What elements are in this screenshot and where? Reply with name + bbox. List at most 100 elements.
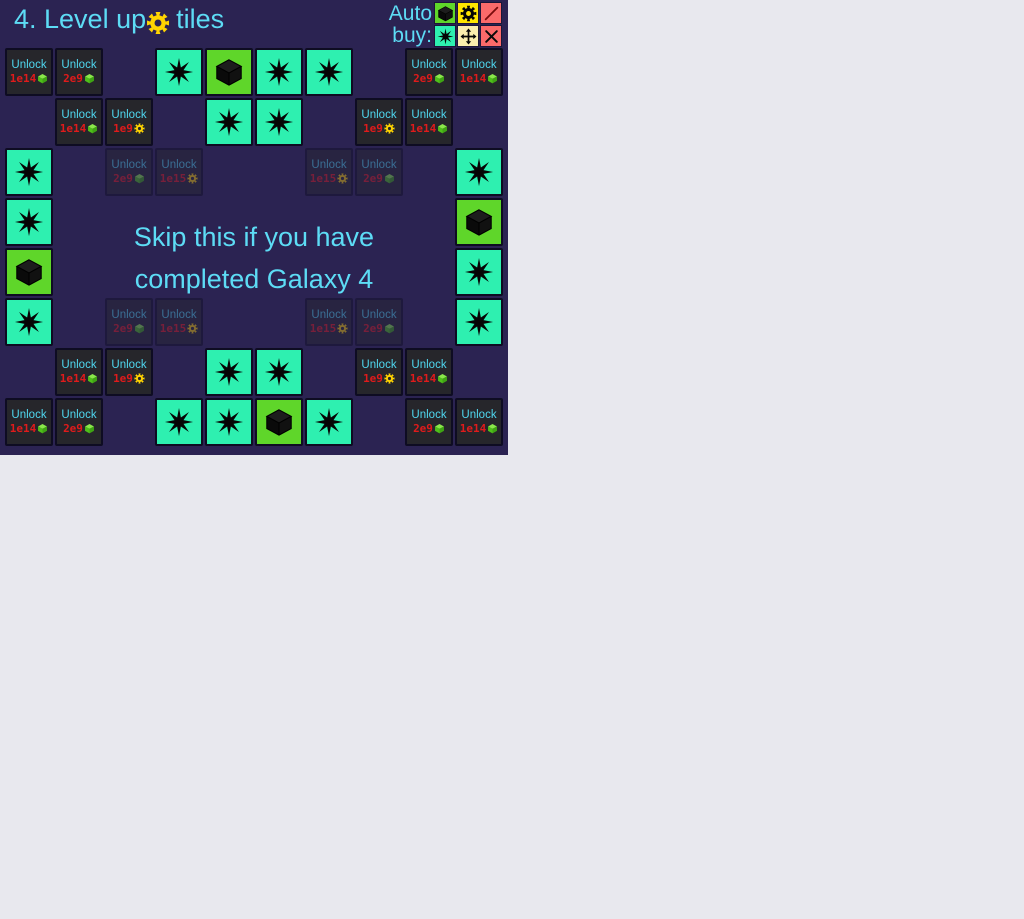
locked-tile[interactable]: Unlock1e15 xyxy=(305,298,353,346)
locked-tile[interactable]: Unlock2e9 xyxy=(55,48,103,96)
tile-unlock-label: Unlock xyxy=(111,109,147,121)
owned-tile-cube[interactable] xyxy=(5,248,53,296)
locked-tile[interactable]: Unlock2e9 xyxy=(355,148,403,196)
tile-cost-value: 1e9 xyxy=(363,122,383,135)
owned-tile-star[interactable] xyxy=(155,48,203,96)
tile-cost: 2e9 xyxy=(363,322,395,335)
owned-tile-star[interactable] xyxy=(305,48,353,96)
locked-tile[interactable]: Unlock2e9 xyxy=(355,298,403,346)
owned-tile-star[interactable] xyxy=(455,148,503,196)
locked-tile[interactable]: Unlock2e9 xyxy=(105,298,153,346)
owned-tile-star[interactable] xyxy=(5,148,53,196)
tile-unlock-label: Unlock xyxy=(311,159,347,171)
tile-cost-value: 1e9 xyxy=(363,372,383,385)
owned-tile-star[interactable] xyxy=(305,398,353,446)
tile-cost: 1e14 xyxy=(410,372,449,385)
owned-tile-cube[interactable] xyxy=(205,48,253,96)
auto-buy-column xyxy=(480,2,502,47)
auto-buy-label-line1: Auto xyxy=(388,2,432,25)
auto-buy-toggle-star[interactable] xyxy=(434,25,456,47)
locked-tile[interactable]: Unlock1e9 xyxy=(105,348,153,396)
owned-tile-star[interactable] xyxy=(255,98,303,146)
tile-cost-value: 1e14 xyxy=(459,422,487,435)
slash-icon xyxy=(483,5,500,22)
owned-tile-star[interactable] xyxy=(205,98,253,146)
locked-tile[interactable]: Unlock1e14 xyxy=(405,348,453,396)
locked-tile[interactable]: Unlock1e9 xyxy=(105,98,153,146)
owned-tile-cube[interactable] xyxy=(255,398,303,446)
tile-cost-value: 1e14 xyxy=(59,372,87,385)
tile-cost-value: 1e14 xyxy=(9,72,37,85)
owned-tile-star[interactable] xyxy=(255,348,303,396)
locked-tile[interactable]: Unlock2e9 xyxy=(105,148,153,196)
tile-unlock-label: Unlock xyxy=(11,409,47,421)
tile-cost: 1e15 xyxy=(160,322,199,335)
tile-cost-value: 2e9 xyxy=(63,72,83,85)
gear-icon xyxy=(384,123,395,134)
auto-buy-column xyxy=(434,2,456,47)
locked-tile[interactable]: Unlock1e14 xyxy=(405,98,453,146)
auto-buy-toggle-cube[interactable] xyxy=(434,2,456,24)
star-icon xyxy=(464,257,494,287)
owned-tile-star[interactable] xyxy=(255,48,303,96)
tile-cost: 2e9 xyxy=(113,172,145,185)
locked-tile[interactable]: Unlock2e9 xyxy=(405,48,453,96)
locked-tile[interactable]: Unlock2e9 xyxy=(405,398,453,446)
owned-tile-star[interactable] xyxy=(5,198,53,246)
tile-cost-value: 1e14 xyxy=(459,72,487,85)
locked-tile[interactable]: Unlock1e15 xyxy=(155,298,203,346)
gear-icon xyxy=(134,123,145,134)
star-icon xyxy=(264,107,294,137)
locked-tile[interactable]: Unlock1e14 xyxy=(455,48,503,96)
locked-tile[interactable]: Unlock1e15 xyxy=(305,148,353,196)
owned-tile-star[interactable] xyxy=(155,398,203,446)
owned-tile-star[interactable] xyxy=(205,398,253,446)
star-icon xyxy=(14,307,44,337)
tile-unlock-label: Unlock xyxy=(61,59,97,71)
auto-buy-toggle-move[interactable] xyxy=(457,25,479,47)
cube-icon xyxy=(214,57,244,87)
gear-icon xyxy=(187,173,198,184)
tile-cost: 1e15 xyxy=(310,322,349,335)
tile-cost-value: 1e15 xyxy=(309,322,337,335)
tile-cost-value: 2e9 xyxy=(113,172,133,185)
owned-tile-star[interactable] xyxy=(455,298,503,346)
tile-cost: 1e9 xyxy=(363,122,395,135)
tile-unlock-label: Unlock xyxy=(61,109,97,121)
cube-icon xyxy=(134,173,145,184)
tile-cost: 1e14 xyxy=(460,422,499,435)
tile-cost: 2e9 xyxy=(413,72,445,85)
auto-buy-column xyxy=(457,2,479,47)
owned-tile-star[interactable] xyxy=(205,348,253,396)
owned-tile-cube[interactable] xyxy=(455,198,503,246)
tile-cost-value: 1e9 xyxy=(113,122,133,135)
tile-cost-value: 1e15 xyxy=(159,172,187,185)
panel-title-prefix: 4. Level up xyxy=(14,4,147,34)
auto-buy-toggle-gear[interactable] xyxy=(457,2,479,24)
tile-cost: 1e14 xyxy=(410,122,449,135)
locked-tile[interactable]: Unlock1e14 xyxy=(55,348,103,396)
locked-tile[interactable]: Unlock1e14 xyxy=(55,98,103,146)
screenshot-root: 1. Unlock all 1e6tilesAutobuy:Unlock1e14… xyxy=(0,0,1024,919)
tile-cost-value: 1e15 xyxy=(309,172,337,185)
locked-tile[interactable]: Unlock1e9 xyxy=(355,348,403,396)
cube-icon xyxy=(434,423,445,434)
tile-cost-value: 2e9 xyxy=(113,322,133,335)
tile-unlock-label: Unlock xyxy=(61,409,97,421)
owned-tile-star[interactable] xyxy=(5,298,53,346)
auto-buy-toggle-slash[interactable] xyxy=(480,2,502,24)
auto-buy-toggle-cross[interactable] xyxy=(480,25,502,47)
locked-tile[interactable]: Unlock1e14 xyxy=(5,398,53,446)
locked-tile[interactable]: Unlock1e15 xyxy=(155,148,203,196)
tile-cost-value: 1e14 xyxy=(9,422,37,435)
tile-cost: 1e14 xyxy=(460,72,499,85)
locked-tile[interactable]: Unlock2e9 xyxy=(55,398,103,446)
tile-unlock-label: Unlock xyxy=(461,59,497,71)
locked-tile[interactable]: Unlock1e14 xyxy=(455,398,503,446)
star-icon xyxy=(214,407,244,437)
locked-tile[interactable]: Unlock1e9 xyxy=(355,98,403,146)
owned-tile-star[interactable] xyxy=(455,248,503,296)
locked-tile[interactable]: Unlock1e14 xyxy=(5,48,53,96)
cube-icon xyxy=(84,423,95,434)
tile-unlock-label: Unlock xyxy=(111,309,147,321)
